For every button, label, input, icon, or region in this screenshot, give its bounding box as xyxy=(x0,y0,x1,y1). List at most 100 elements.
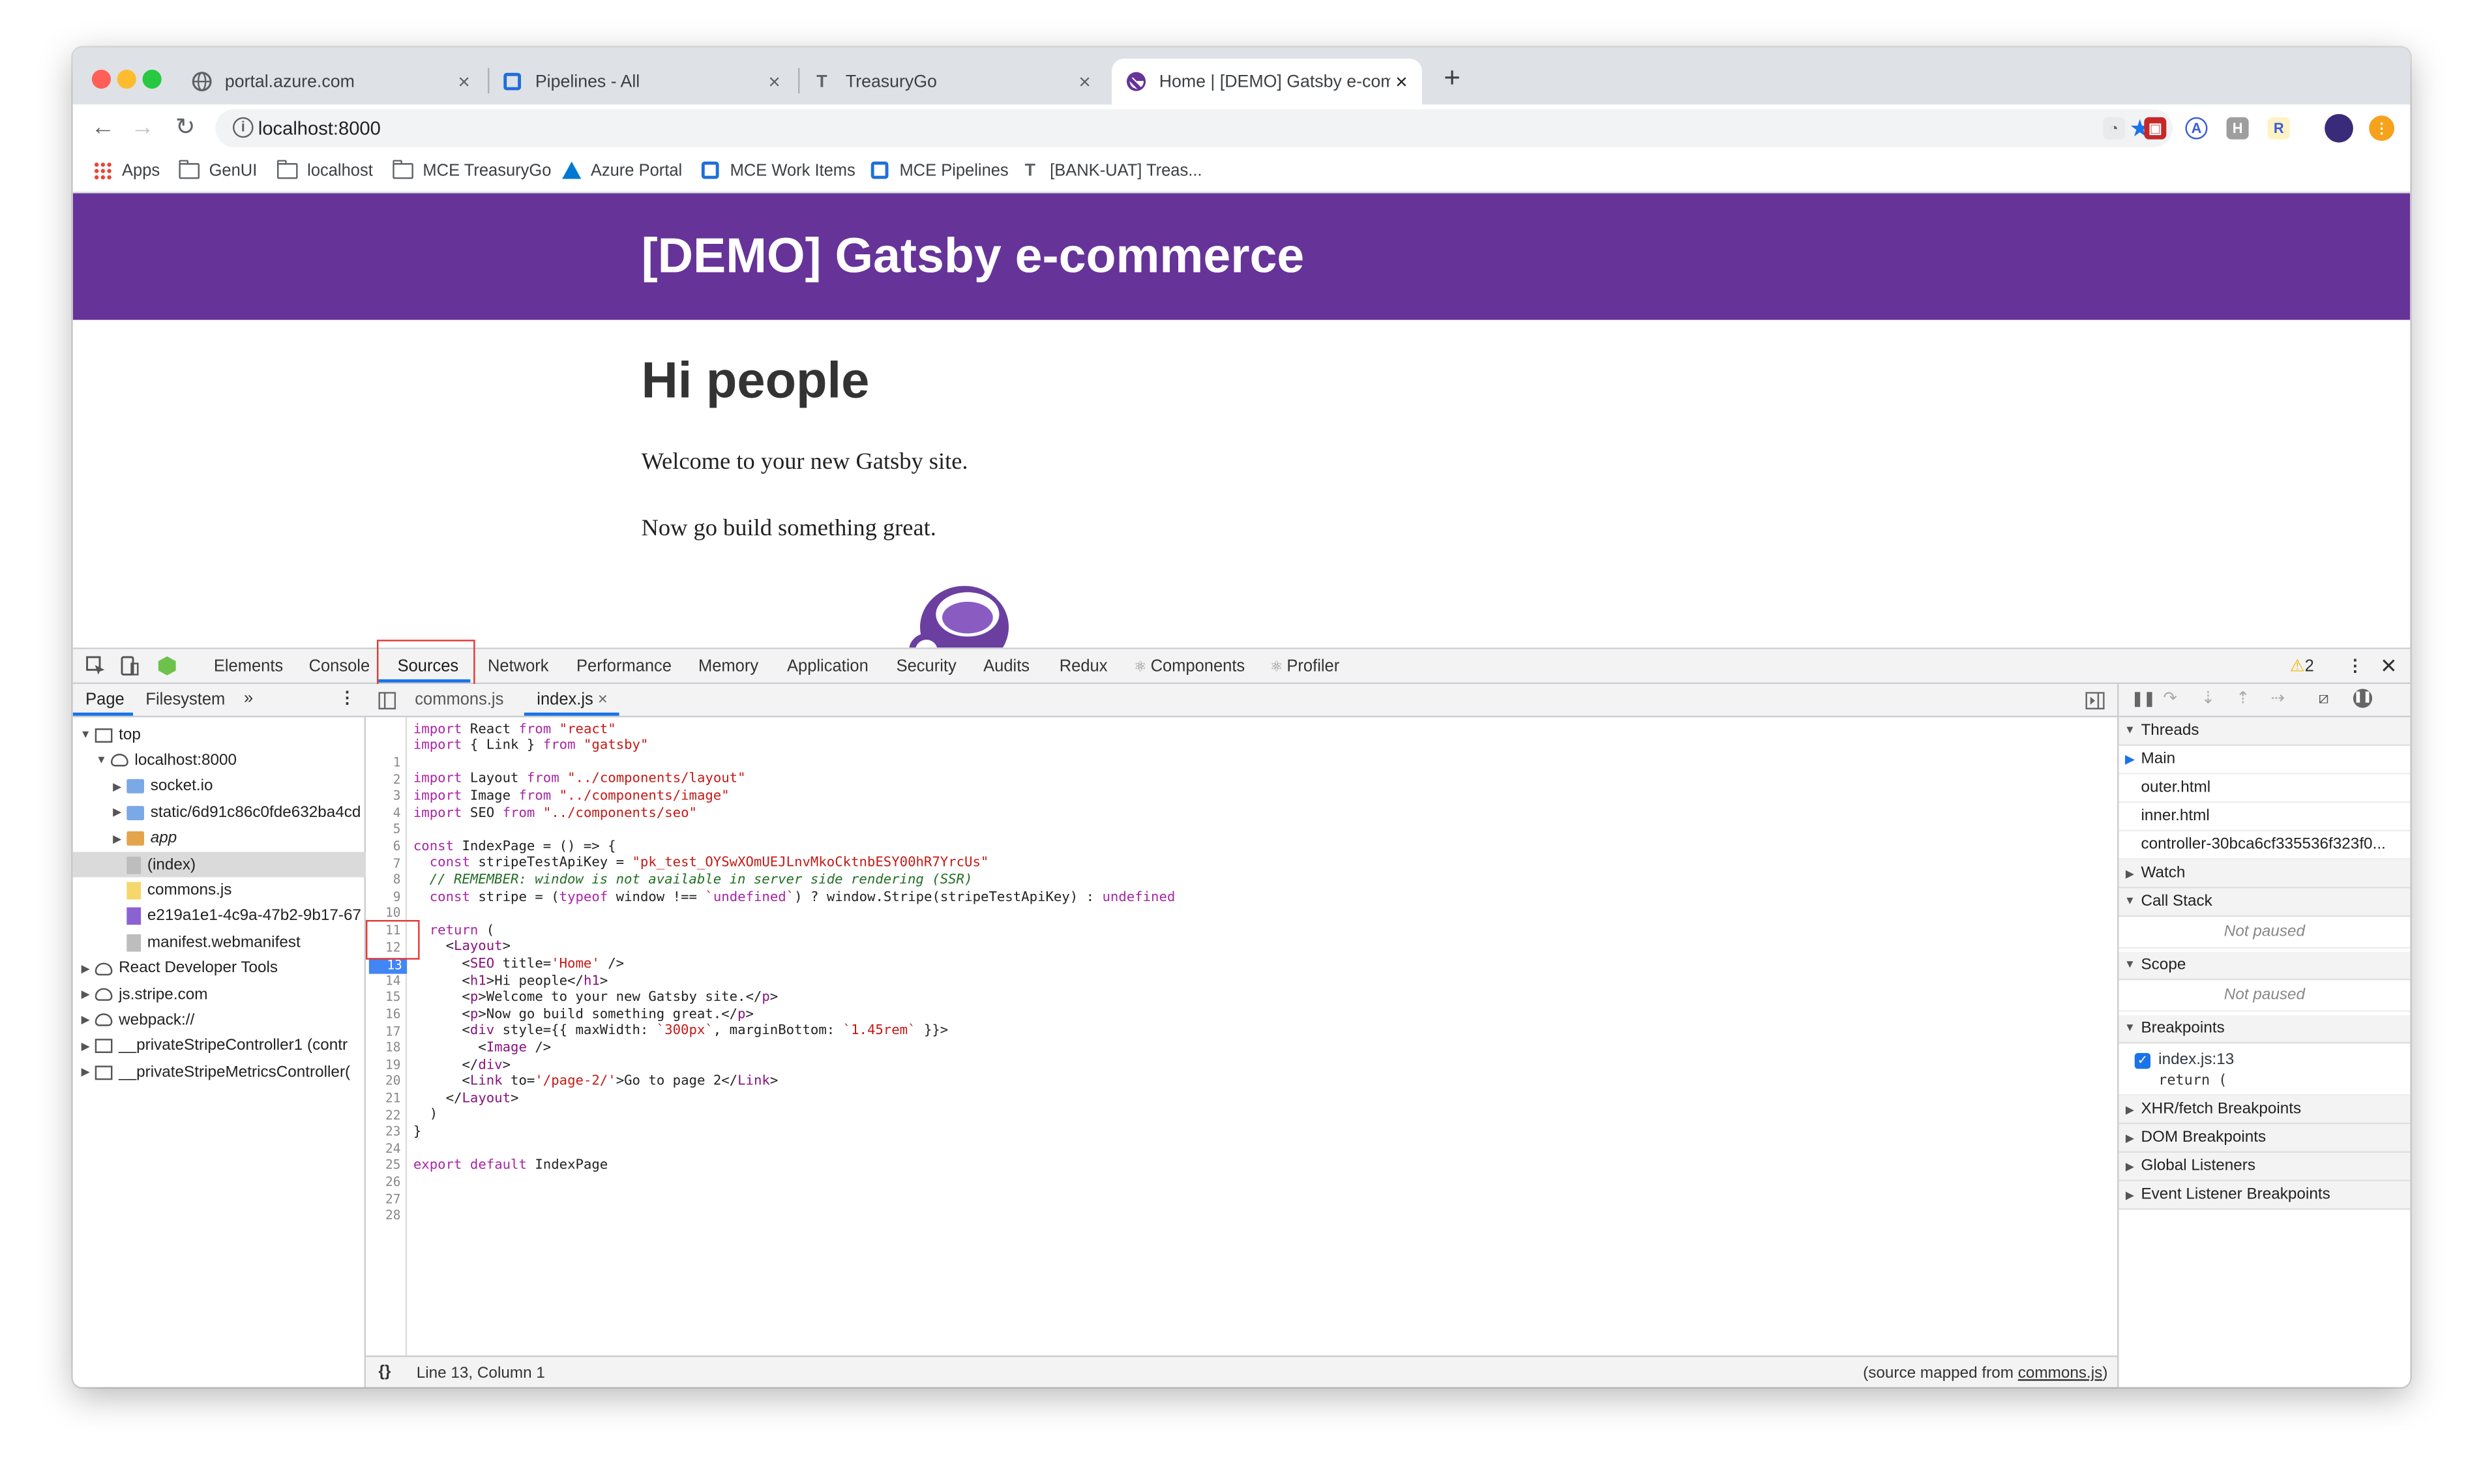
tree-item[interactable]: ▶ __privateStripeMetricsController( xyxy=(73,1060,371,1085)
browser-tab[interactable]: T TreasuryGo × xyxy=(798,59,1105,104)
line-number[interactable]: 20 xyxy=(366,1075,400,1089)
address-bar[interactable]: i localhost:8000 ★ xyxy=(215,109,2173,147)
tree-item[interactable]: ▶ webpack:// xyxy=(73,1008,371,1033)
tree-item[interactable]: ▶ socket.io xyxy=(73,774,402,799)
code-line[interactable]: <p>Welcome to your new Gatsby site.</p> xyxy=(413,990,778,1005)
extension-icon[interactable]: R xyxy=(2267,117,2290,140)
call-stack-section[interactable]: ▼ Call Stack xyxy=(2119,888,2411,917)
collapsed-arrow-icon[interactable]: ▶ xyxy=(79,1040,91,1053)
code-line[interactable]: export default IndexPage xyxy=(413,1158,608,1174)
reload-button[interactable]: ↻ xyxy=(168,111,202,145)
step-over-icon[interactable]: ↷ xyxy=(2163,689,2177,707)
editor-tab-index[interactable]: index.js × xyxy=(537,690,607,709)
collapsed-arrow-icon[interactable]: ▶ xyxy=(111,807,123,819)
toggle-debugger-icon[interactable] xyxy=(2085,692,2105,710)
code-line[interactable]: ) xyxy=(413,1107,438,1123)
line-number[interactable]: 26 xyxy=(366,1175,400,1189)
line-number[interactable]: 17 xyxy=(366,1024,400,1038)
more-tabs-icon[interactable]: » xyxy=(244,689,253,707)
line-number[interactable]: 23 xyxy=(366,1125,400,1139)
tab-security[interactable]: Security xyxy=(897,657,957,676)
code-line[interactable]: // REMEMBER: window is not available in … xyxy=(413,872,973,888)
close-devtools-icon[interactable]: ✕ xyxy=(2380,654,2397,679)
editor-tab-commons[interactable]: commons.js xyxy=(415,690,503,709)
code-line[interactable]: const stripeTestApiKey = "pk_test_OYSwXO… xyxy=(413,855,989,871)
extension-icon[interactable]: H xyxy=(2226,117,2249,140)
code-line[interactable]: <Image /> xyxy=(413,1040,551,1056)
collapsed-arrow-icon[interactable]: ▶ xyxy=(79,1014,91,1027)
devtools-menu-icon[interactable]: ⋮ xyxy=(2347,657,2364,676)
tab-redux[interactable]: Redux xyxy=(1060,657,1108,676)
code-line[interactable]: <Link to='/page-2/'>Go to page 2</Link> xyxy=(413,1074,778,1090)
bookmark-link[interactable]: Azure Portal xyxy=(561,160,682,181)
line-number[interactable]: 6 xyxy=(366,839,401,853)
device-toolbar-icon[interactable] xyxy=(119,655,140,676)
tab-audits[interactable]: Audits xyxy=(983,657,1030,676)
tab-filesystem[interactable]: Filesystem xyxy=(145,690,225,709)
collapsed-arrow-icon[interactable]: ▶ xyxy=(79,1066,91,1078)
tree-item[interactable]: (index) xyxy=(72,852,402,878)
thread-main[interactable]: ▶ Main xyxy=(2119,746,2411,775)
tree-item[interactable]: commons.js xyxy=(73,878,402,903)
close-window-button[interactable] xyxy=(91,69,112,89)
code-line[interactable]: <Layout> xyxy=(413,940,511,955)
close-tab-icon[interactable]: × xyxy=(1390,70,1412,93)
maximize-window-button[interactable] xyxy=(142,69,162,89)
line-number[interactable]: 15 xyxy=(366,990,400,1005)
code-line[interactable]: </div> xyxy=(413,1057,511,1073)
forward-button[interactable]: → xyxy=(125,111,160,145)
line-number[interactable]: 2 xyxy=(366,772,401,786)
tab-memory[interactable]: Memory xyxy=(698,657,758,676)
breakpoint-marker[interactable]: 13 xyxy=(368,957,408,973)
code-line[interactable]: import React from "react" xyxy=(413,721,616,737)
line-number[interactable]: 14 xyxy=(366,973,400,988)
tree-item[interactable]: ▶ __privateStripeController1 (contr xyxy=(73,1033,371,1059)
line-number-gutter[interactable]: 1 2 3 4 5 6 7 8 9 10 11 12 13 14 15 16 17 18 19 20 21 22 23 24 2… xyxy=(366,717,408,1356)
code-line[interactable]: import Image from "../components/image" xyxy=(413,788,730,804)
step-out-icon[interactable]: ⇡ xyxy=(2236,689,2250,707)
tab-network[interactable]: Network xyxy=(488,657,549,676)
tree-item[interactable]: e219a1e1-4c9a-47b2-9b17-67 xyxy=(73,904,402,929)
update-menu-icon[interactable]: ⋮ xyxy=(2369,115,2395,141)
back-button[interactable]: ← xyxy=(85,111,120,145)
threads-section[interactable]: ▼ Threads xyxy=(2119,717,2411,746)
bookmark-link[interactable]: MCE Pipelines xyxy=(869,160,1009,181)
extension-icon[interactable]: ▣ xyxy=(2144,117,2167,140)
tab-console[interactable]: Console xyxy=(309,657,370,676)
extension-icon[interactable]: A xyxy=(2185,117,2208,140)
tree-item[interactable]: ▼ top xyxy=(73,722,371,747)
extension-icon[interactable]: ◔ xyxy=(2103,117,2126,140)
code-line[interactable]: import { Link } from "gatsby" xyxy=(413,738,649,754)
toggle-navigator-icon[interactable] xyxy=(378,692,396,710)
code-line[interactable]: <div style={{ maxWidth: `300px`, marginB… xyxy=(413,1024,948,1039)
profile-avatar[interactable] xyxy=(2325,113,2353,143)
thread-item[interactable]: inner.html xyxy=(2119,803,2411,832)
code-line[interactable]: <SEO title='Home' /> xyxy=(413,957,624,972)
tab-profiler[interactable]: ⚛ Profiler xyxy=(1270,657,1339,676)
line-number[interactable]: 16 xyxy=(366,1007,400,1022)
line-number[interactable]: 25 xyxy=(366,1158,400,1172)
step-into-icon[interactable]: ⇣ xyxy=(2201,689,2215,707)
event-listener-breakpoints-section[interactable]: ▶ Event Listener Breakpoints xyxy=(2119,1181,2411,1210)
bookmark-folder[interactable]: MCE TreasuryGo xyxy=(393,159,551,181)
minimize-window-button[interactable] xyxy=(117,69,136,89)
nodejs-icon[interactable] xyxy=(156,655,177,676)
bookmark-apps[interactable]: Apps xyxy=(92,160,160,181)
line-number[interactable]: 28 xyxy=(366,1208,400,1223)
bookmark-link[interactable]: MCE Work Items xyxy=(700,160,855,181)
expanded-arrow-icon[interactable]: ▼ xyxy=(95,755,108,766)
line-number[interactable]: 22 xyxy=(366,1108,400,1122)
collapsed-arrow-icon[interactable]: ▶ xyxy=(111,832,123,845)
line-number[interactable]: 10 xyxy=(366,906,400,921)
tab-performance[interactable]: Performance xyxy=(576,657,672,676)
bookmark-folder[interactable]: localhost xyxy=(277,159,373,181)
line-number[interactable]: 9 xyxy=(366,889,401,904)
line-number[interactable]: 18 xyxy=(366,1041,400,1055)
collapsed-arrow-icon[interactable]: ▶ xyxy=(79,962,91,975)
browser-tab-active[interactable]: Home | [DEMO] Gatsby e-comm × xyxy=(1111,58,1422,105)
new-tab-button[interactable]: + xyxy=(1435,60,1469,95)
line-number[interactable]: 27 xyxy=(366,1192,400,1206)
tab-application[interactable]: Application xyxy=(787,657,869,676)
breakpoint-checkbox[interactable]: ✓ xyxy=(2134,1053,2151,1069)
tab-elements[interactable]: Elements xyxy=(214,657,283,676)
